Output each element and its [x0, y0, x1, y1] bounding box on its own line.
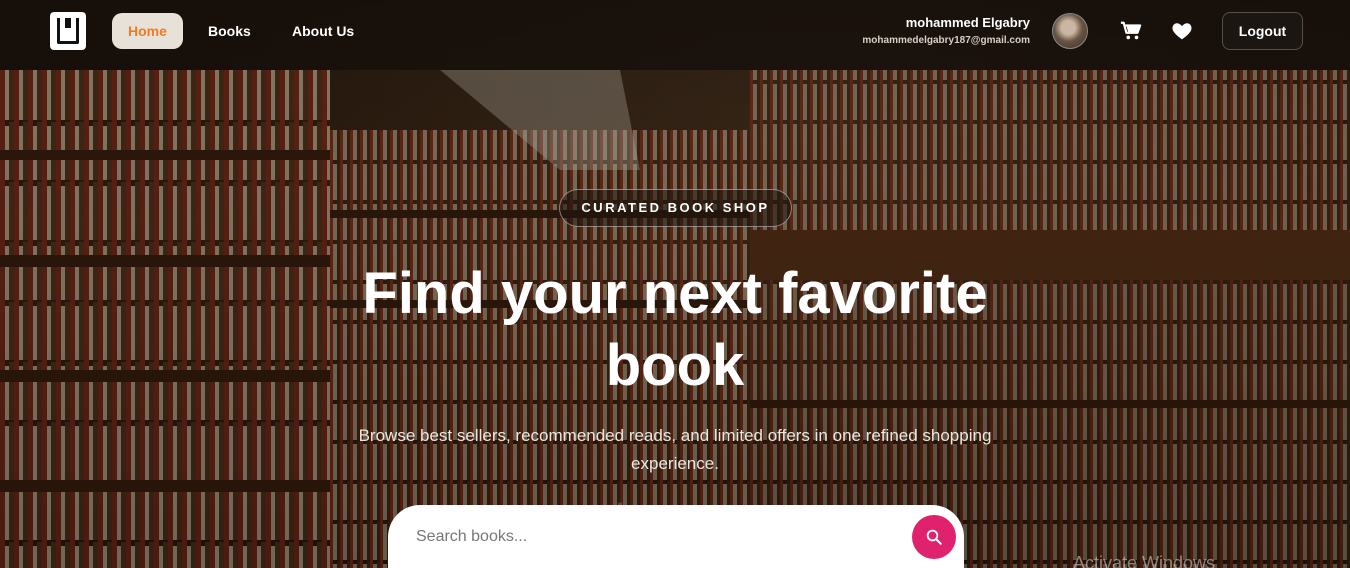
heart-icon[interactable]: [1171, 20, 1193, 42]
user-email: mohammedelgabry187@gmail.com: [862, 35, 1030, 46]
nav-home-link[interactable]: Home: [112, 13, 183, 49]
curated-badge: CURATED BOOK SHOP: [559, 189, 792, 227]
bookshop-logo-icon[interactable]: [50, 12, 86, 50]
hero-headline: Find your next favorite book: [362, 261, 988, 398]
nav-about-link[interactable]: About Us: [276, 13, 370, 49]
logout-button[interactable]: Logout: [1222, 12, 1303, 50]
user-name: mohammed Elgabry: [905, 15, 1030, 30]
watermark-english: mostaql.com: [600, 536, 724, 558]
search-button[interactable]: [912, 515, 956, 559]
avatar[interactable]: [1052, 13, 1088, 49]
navbar: Home Books About Us mohammed Elgabry moh…: [0, 0, 1350, 70]
search-icon: [926, 529, 942, 545]
cart-icon[interactable]: [1120, 20, 1142, 42]
watermark-arabic: مستقل: [600, 499, 702, 537]
activate-windows-notice: Activate Windows: [1073, 553, 1216, 568]
hero-subtitle: Browse best sellers, recommended reads, …: [358, 426, 992, 473]
watermark: مستقل mostaql.com: [600, 500, 723, 558]
nav-books-link[interactable]: Books: [192, 13, 267, 49]
